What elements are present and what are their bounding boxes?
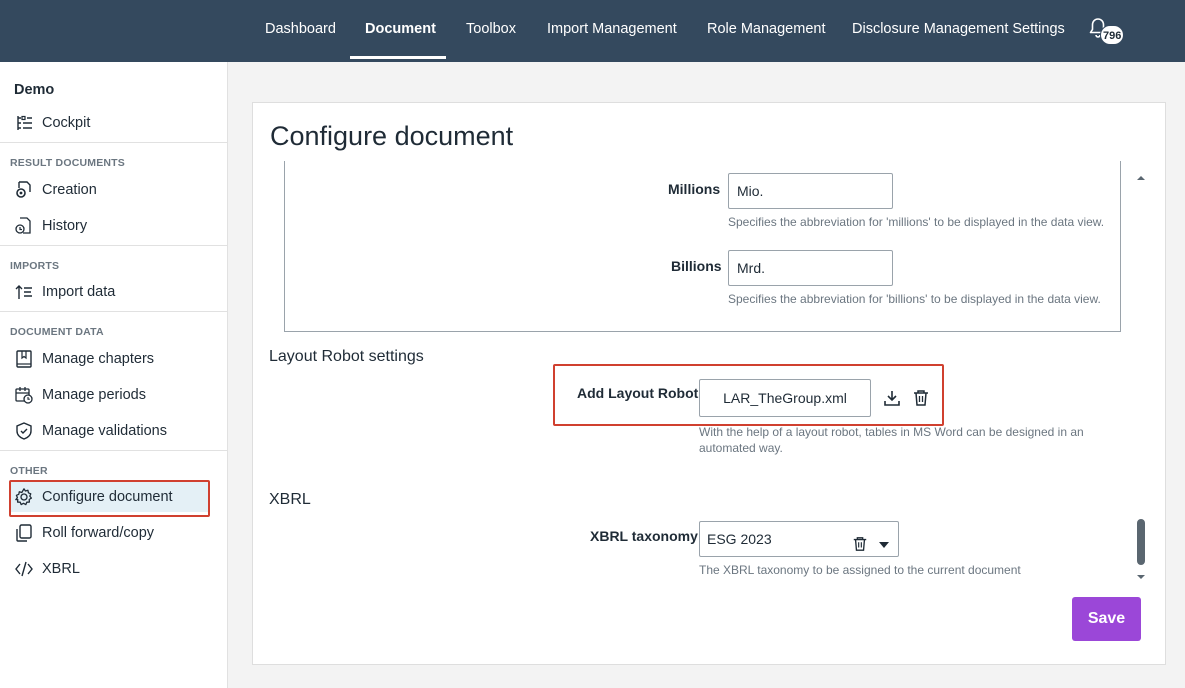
sidebar-item-manage-validations[interactable]: Manage validations bbox=[10, 416, 210, 446]
section-document-data: DOCUMENT DATA bbox=[10, 326, 104, 338]
add-layout-robot-label: Add Layout Robot bbox=[577, 385, 699, 401]
trash-icon bbox=[914, 390, 928, 406]
xbrl-taxonomy-select[interactable]: ESG 2023 bbox=[699, 521, 899, 557]
sidebar-item-manage-periods[interactable]: Manage periods bbox=[10, 380, 210, 410]
billions-input[interactable] bbox=[728, 250, 893, 286]
nav-toolbox[interactable]: Toolbox bbox=[466, 0, 516, 59]
section-result-documents: RESULT DOCUMENTS bbox=[10, 157, 126, 169]
scrollbar-thumb[interactable] bbox=[1137, 519, 1145, 565]
project-name: Demo bbox=[14, 82, 55, 98]
sidebar-item-cockpit[interactable]: Cockpit bbox=[10, 108, 210, 138]
layout-robot-help-line-2: automated way. bbox=[699, 441, 783, 455]
delete-layout-robot-button[interactable] bbox=[910, 387, 932, 409]
save-button[interactable]: Save bbox=[1072, 597, 1141, 641]
configure-document-panel: Configure document Millions Specifies th… bbox=[252, 102, 1166, 665]
layout-robot-help-line-1: With the help of a layout robot, tables … bbox=[699, 425, 1084, 439]
layout-robot-section-title: Layout Robot settings bbox=[269, 348, 424, 365]
sidebar-item-label: Manage validations bbox=[42, 423, 167, 439]
sidebar-item-label: Manage periods bbox=[42, 387, 146, 403]
sidebar-item-roll-forward[interactable]: Roll forward/copy bbox=[10, 518, 210, 548]
nav-role-management[interactable]: Role Management bbox=[707, 0, 826, 59]
xbrl-taxonomy-help-text: The XBRL taxonomy to be assigned to the … bbox=[699, 563, 1021, 577]
millions-input[interactable] bbox=[728, 173, 893, 209]
millions-label: Millions bbox=[668, 181, 721, 197]
calendar-clock-icon bbox=[10, 384, 38, 406]
nav-import-management[interactable]: Import Management bbox=[547, 0, 677, 59]
xbrl-section-title: XBRL bbox=[269, 491, 311, 508]
notifications-button[interactable]: 796 bbox=[1086, 16, 1126, 48]
notification-count-badge: 796 bbox=[1100, 25, 1125, 45]
page-title: Configure document bbox=[270, 121, 514, 151]
sidebar-item-label: Roll forward/copy bbox=[42, 525, 155, 541]
clear-selection-button[interactable] bbox=[852, 530, 868, 564]
sidebar-item-import-data[interactable]: Import data bbox=[10, 277, 210, 307]
sidebar-item-label: Configure document bbox=[42, 489, 173, 505]
sidebar-item-label: Manage chapters bbox=[42, 351, 155, 367]
trash-icon bbox=[853, 537, 867, 551]
tree-list-icon bbox=[10, 112, 38, 134]
scroll-down-button[interactable] bbox=[1135, 569, 1147, 579]
document-gear-icon bbox=[10, 179, 38, 201]
billions-label: Billions bbox=[671, 258, 722, 274]
caret-down-icon bbox=[1137, 575, 1145, 579]
download-icon bbox=[884, 391, 900, 406]
copy-icon bbox=[10, 522, 38, 544]
download-button[interactable] bbox=[881, 387, 903, 409]
xbrl-taxonomy-value: ESG 2023 bbox=[707, 531, 772, 547]
nav-disclosure-management-settings[interactable]: Disclosure Management Settings bbox=[852, 0, 1065, 59]
code-icon bbox=[10, 558, 38, 580]
history-icon bbox=[10, 215, 38, 237]
top-navigation-bar: Dashboard Document Toolbox Import Manage… bbox=[0, 0, 1185, 62]
nav-active-indicator bbox=[350, 56, 446, 59]
shield-check-icon bbox=[10, 420, 38, 442]
scroll-up-button[interactable] bbox=[1135, 170, 1147, 180]
sidebar-item-manage-chapters[interactable]: Manage chapters bbox=[10, 344, 210, 374]
sidebar-item-configure-document[interactable]: Configure document bbox=[10, 482, 210, 512]
caret-up-icon bbox=[1137, 176, 1145, 180]
billions-help-text: Specifies the abbreviation for 'billions… bbox=[728, 292, 1101, 306]
sidebar-item-xbrl[interactable]: XBRL bbox=[10, 554, 210, 584]
import-sort-icon bbox=[10, 281, 38, 303]
sidebar-item-creation[interactable]: Creation bbox=[10, 175, 210, 205]
gear-icon bbox=[10, 486, 38, 508]
sidebar: Demo Cockpit RESULT DOCUMENTS Creation H… bbox=[0, 62, 228, 688]
caret-down-icon bbox=[879, 542, 889, 548]
section-other: OTHER bbox=[10, 465, 48, 477]
sidebar-item-label: Import data bbox=[42, 284, 116, 300]
sidebar-item-label: Creation bbox=[42, 182, 97, 198]
sidebar-item-label: History bbox=[42, 218, 88, 234]
millions-help-text: Specifies the abbreviation for 'millions… bbox=[728, 215, 1105, 229]
sidebar-item-history[interactable]: History bbox=[10, 211, 210, 241]
layout-robot-file-field[interactable]: LAR_TheGroup.xml bbox=[699, 379, 871, 417]
xbrl-taxonomy-label: XBRL taxonomy bbox=[590, 528, 698, 544]
sidebar-divider bbox=[0, 450, 227, 451]
dropdown-toggle[interactable] bbox=[878, 530, 890, 564]
sidebar-item-label: Cockpit bbox=[42, 115, 91, 131]
nav-dashboard[interactable]: Dashboard bbox=[265, 0, 336, 59]
sidebar-item-label: XBRL bbox=[42, 561, 80, 577]
book-icon bbox=[10, 348, 38, 370]
sidebar-divider bbox=[0, 245, 227, 246]
nav-document[interactable]: Document bbox=[365, 0, 436, 59]
section-imports: IMPORTS bbox=[10, 260, 60, 272]
sidebar-divider bbox=[0, 311, 227, 312]
sidebar-divider bbox=[0, 142, 227, 143]
